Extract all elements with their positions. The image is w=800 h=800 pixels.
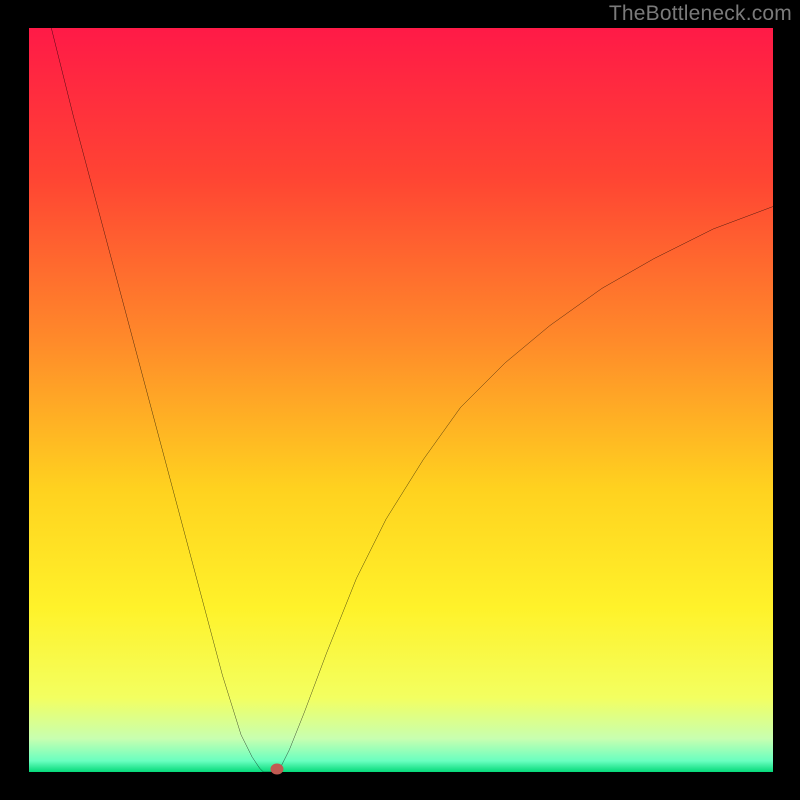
minimum-marker <box>271 764 284 775</box>
bottleneck-curve <box>51 28 773 772</box>
curve-svg <box>29 28 773 772</box>
watermark-text: TheBottleneck.com <box>609 2 792 26</box>
plot-area <box>29 28 773 772</box>
chart-container: TheBottleneck.com <box>0 0 800 800</box>
